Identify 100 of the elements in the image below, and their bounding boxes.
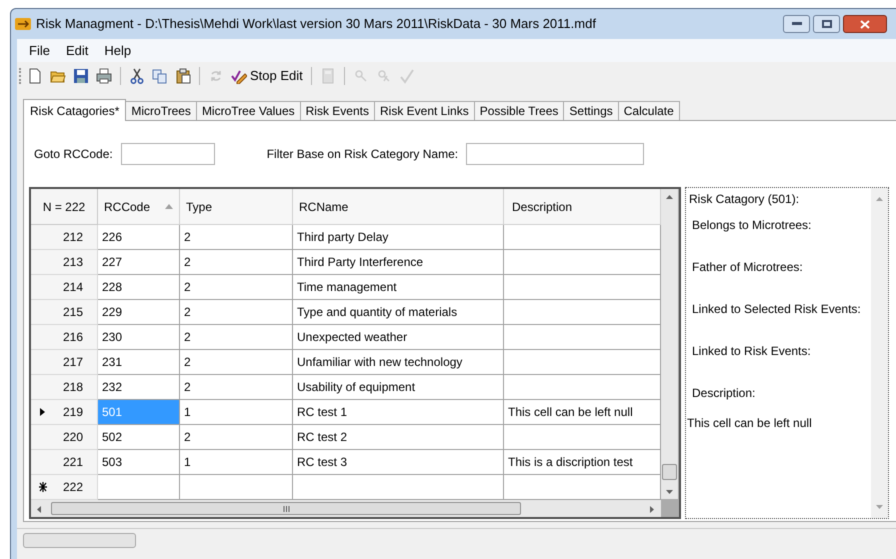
scroll-right-icon <box>650 506 654 513</box>
minimize-icon <box>792 22 802 26</box>
row-header[interactable]: 212 <box>31 225 98 250</box>
table-cell[interactable]: 2 <box>180 225 293 250</box>
table-cell[interactable] <box>504 275 661 300</box>
table-cell[interactable]: Third Party Interference <box>293 250 504 275</box>
tab[interactable]: Possible Trees <box>474 101 564 120</box>
table-cell[interactable]: Type and quantity of materials <box>293 300 504 325</box>
table-cell[interactable] <box>504 250 661 275</box>
scroll-up-icon <box>876 197 883 201</box>
table-cell[interactable] <box>504 300 661 325</box>
table-cell[interactable] <box>180 475 293 500</box>
table-cell[interactable] <box>504 425 661 450</box>
tab[interactable]: Risk Event Links <box>374 101 475 120</box>
table-cell[interactable]: Third party Delay <box>293 225 504 250</box>
scroll-thumb[interactable] <box>51 502 521 515</box>
table-cell[interactable]: 2 <box>180 250 293 275</box>
table-cell[interactable]: 1 <box>180 400 293 425</box>
input-field[interactable] <box>120 143 215 165</box>
menu-item[interactable]: Help <box>96 40 140 60</box>
table-cell[interactable]: 503 <box>98 450 180 475</box>
window-title: Risk Managment - D:\Thesis\Mehdi Work\last version 30 Mars 2011\RiskData - 30 Mars 2011.mdf <box>36 15 596 34</box>
table-cell[interactable]: 229 <box>98 300 180 325</box>
tab[interactable]: Risk Catagories* <box>23 99 126 121</box>
column-header[interactable]: RCCode <box>98 189 180 225</box>
menu-item[interactable]: Edit <box>58 40 96 60</box>
tab[interactable]: Calculate <box>618 101 680 120</box>
stop-edit-button[interactable]: Stop Edit <box>229 65 305 87</box>
save-icon <box>73 68 89 84</box>
table-cell[interactable]: 230 <box>98 325 180 350</box>
row-number: 214 <box>62 279 83 296</box>
table-cell[interactable]: 226 <box>98 225 180 250</box>
row-header[interactable]: 219 <box>31 400 98 425</box>
table-cell[interactable] <box>504 225 661 250</box>
row-header[interactable]: 222 <box>31 475 98 500</box>
minimize-button[interactable] <box>783 15 810 33</box>
row-header[interactable]: 214 <box>31 275 98 300</box>
tab[interactable]: MicroTree Values <box>196 101 301 120</box>
description-text: This cell can be left null <box>687 415 813 432</box>
row-header[interactable]: 215 <box>31 300 98 325</box>
table-cell[interactable] <box>504 475 661 500</box>
details-title: Risk Catagory (501): <box>689 191 800 208</box>
vertical-scrollbar[interactable] <box>871 188 888 518</box>
maximize-button[interactable] <box>813 15 840 33</box>
table-cell[interactable]: 228 <box>98 275 180 300</box>
menu-item[interactable]: File <box>21 40 58 60</box>
table-cell[interactable]: 2 <box>180 325 293 350</box>
column-header[interactable]: RCName <box>293 189 504 225</box>
vertical-scrollbar[interactable] <box>661 189 678 499</box>
table-cell[interactable] <box>293 475 504 500</box>
table-cell[interactable]: RC test 1 <box>293 400 504 425</box>
tab[interactable]: Settings <box>563 101 619 120</box>
horizontal-scrollbar[interactable] <box>31 500 661 517</box>
table-cell[interactable]: Unexpected weather <box>293 325 504 350</box>
row-number: 221 <box>62 454 83 471</box>
tab[interactable]: MicroTrees <box>125 101 197 120</box>
close-button[interactable] <box>843 15 887 33</box>
table-cell[interactable]: RC test 2 <box>293 425 504 450</box>
details-label: Description: <box>691 385 756 402</box>
row-header[interactable]: 213 <box>31 250 98 275</box>
details-label: Linked to Risk Events: <box>691 343 812 360</box>
row-header[interactable]: 221 <box>31 450 98 475</box>
row-header[interactable]: 216 <box>31 325 98 350</box>
table-cell[interactable]: 2 <box>180 350 293 375</box>
table-cell[interactable]: 502 <box>98 425 180 450</box>
tab[interactable]: Risk Events <box>300 101 375 120</box>
clipboard-icon <box>175 68 191 84</box>
close-icon <box>860 20 870 28</box>
table-cell[interactable] <box>504 325 661 350</box>
table-cell[interactable]: 2 <box>180 300 293 325</box>
table-cell[interactable]: This cell can be left null <box>504 400 661 425</box>
table-cell[interactable]: 231 <box>98 350 180 375</box>
table-cell[interactable]: Time management <box>293 275 504 300</box>
printer-icon <box>96 68 112 84</box>
scroll-thumb[interactable] <box>662 464 677 480</box>
row-number: 215 <box>62 304 83 321</box>
table-cell[interactable]: RC test 3 <box>293 450 504 475</box>
table-cell[interactable] <box>504 375 661 400</box>
row-header[interactable]: 218 <box>31 375 98 400</box>
input-field[interactable] <box>466 143 644 165</box>
table-cell[interactable]: This is a discription test <box>504 450 661 475</box>
row-header[interactable]: 220 <box>31 425 98 450</box>
table-cell[interactable]: 2 <box>180 425 293 450</box>
details-label: Belongs to Microtrees: <box>691 217 812 234</box>
table-cell[interactable]: 1 <box>180 450 293 475</box>
table-cell[interactable]: Usability of equipment <box>293 375 504 400</box>
row-number: 218 <box>62 379 83 396</box>
table-cell[interactable] <box>504 350 661 375</box>
scroll-down-icon <box>876 505 883 509</box>
column-header[interactable]: Description <box>504 189 661 225</box>
table-cell[interactable]: 2 <box>180 275 293 300</box>
row-header[interactable]: 217 <box>31 350 98 375</box>
details-label: Linked to Selected Risk Events: <box>691 301 862 318</box>
table-cell[interactable]: 227 <box>98 250 180 275</box>
table-cell[interactable] <box>98 475 180 500</box>
table-cell[interactable]: Unfamiliar with new technology <box>293 350 504 375</box>
row-number: 222 <box>62 479 83 496</box>
table-cell[interactable]: 2 <box>180 375 293 400</box>
column-header[interactable]: Type <box>180 189 293 225</box>
table-cell[interactable]: 232 <box>98 375 180 400</box>
